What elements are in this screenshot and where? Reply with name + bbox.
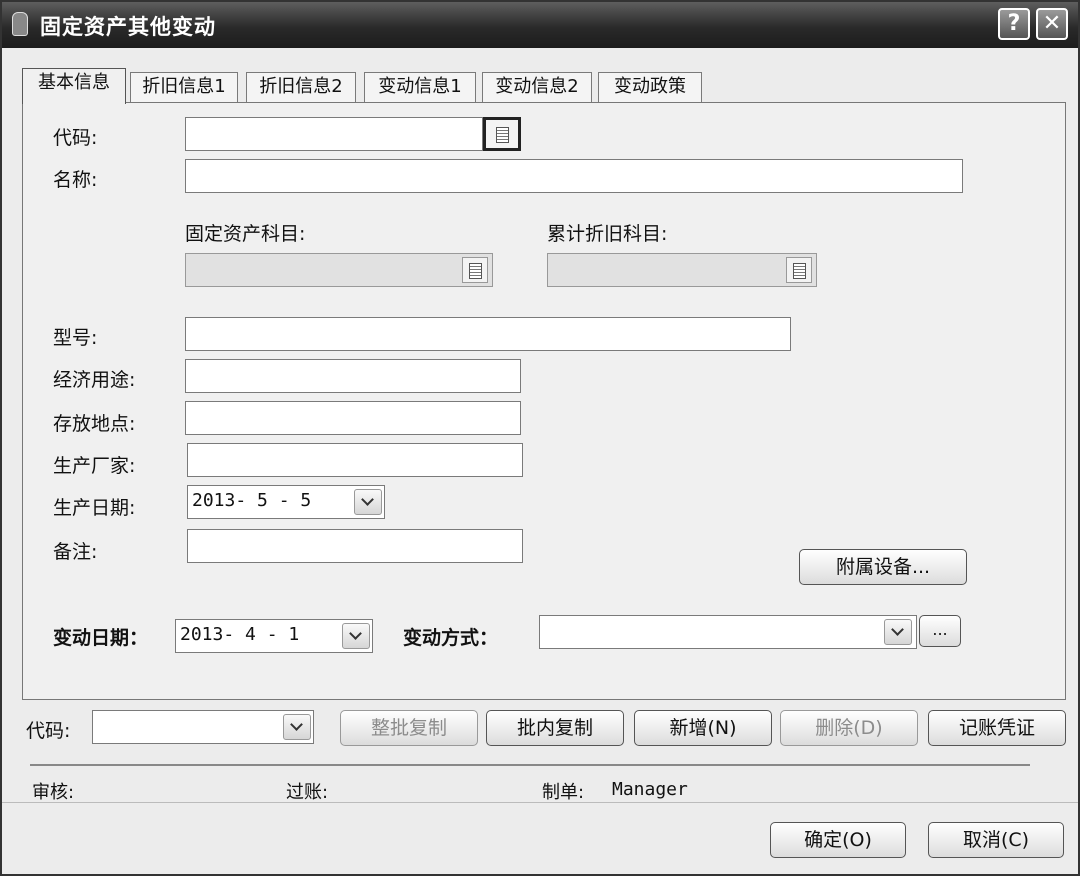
- inner-copy-button[interactable]: 批内复制: [486, 710, 624, 746]
- usage-label: 经济用途:: [53, 369, 136, 391]
- name-input[interactable]: [185, 159, 963, 193]
- close-button[interactable]: ✕: [1036, 8, 1068, 40]
- ok-button[interactable]: 确定(O): [770, 822, 906, 858]
- app-icon: [12, 12, 28, 36]
- voucher-button[interactable]: 记账凭证: [928, 710, 1066, 746]
- code-input[interactable]: [185, 117, 483, 151]
- separator: [30, 764, 1030, 766]
- manufacturer-input[interactable]: [187, 443, 523, 477]
- tab-depreciation-1[interactable]: 折旧信息1: [130, 72, 238, 102]
- dialog-window: 固定资产其他变动 ? ✕ 基本信息 折旧信息1 折旧信息2 变动信息1 变动信息…: [0, 0, 1080, 876]
- asset-account-browse-button: [462, 257, 488, 283]
- model-label: 型号:: [53, 327, 98, 349]
- toolbar-code-select[interactable]: [92, 710, 314, 744]
- tab-basic-info[interactable]: 基本信息: [22, 68, 126, 104]
- change-date-value: 2013- 4 - 1: [180, 624, 300, 645]
- tab-depreciation-2[interactable]: 折旧信息2: [246, 72, 356, 102]
- maker-value: Manager: [612, 779, 688, 800]
- production-date-label: 生产日期:: [53, 497, 136, 519]
- asset-account-label: 固定资产科目:: [185, 223, 306, 245]
- cancel-button[interactable]: 取消(C): [928, 822, 1064, 858]
- posting-label: 过账:: [286, 782, 329, 803]
- depr-account-browse-button: [786, 257, 812, 283]
- basic-info-panel: 代码: 名称: 固定资产科目: 累计折旧科目: 型号: 经济用途: 存放地点: …: [22, 102, 1066, 700]
- title-bar: 固定资产其他变动 ? ✕: [2, 2, 1078, 48]
- toolbar-code-dropdown-button[interactable]: [283, 714, 311, 740]
- window-title: 固定资产其他变动: [40, 15, 216, 39]
- change-method-browse-button[interactable]: ...: [919, 615, 961, 647]
- production-date-picker[interactable]: 2013- 5 - 5: [187, 485, 385, 519]
- help-button[interactable]: ?: [998, 8, 1030, 40]
- chevron-down-icon: [290, 718, 303, 731]
- name-label: 名称:: [53, 169, 98, 191]
- code-label: 代码:: [53, 127, 98, 149]
- asset-account-input: [185, 253, 493, 287]
- maker-label: 制单:: [542, 782, 585, 803]
- change-method-dropdown-button[interactable]: [884, 619, 912, 645]
- document-icon: [469, 263, 482, 279]
- change-date-picker[interactable]: 2013- 4 - 1: [175, 619, 373, 653]
- code-browse-button[interactable]: [483, 117, 521, 151]
- document-icon: [496, 127, 509, 143]
- delete-button[interactable]: 删除(D): [780, 710, 918, 746]
- tab-change-policy[interactable]: 变动政策: [598, 72, 702, 102]
- chevron-down-icon: [891, 623, 904, 636]
- remark-label: 备注:: [53, 541, 98, 563]
- chevron-down-icon: [349, 627, 362, 640]
- document-icon: [793, 263, 806, 279]
- audit-label: 审核:: [32, 782, 75, 803]
- change-method-label: 变动方式：: [403, 627, 499, 649]
- tab-change-2[interactable]: 变动信息2: [482, 72, 592, 102]
- add-button[interactable]: 新增(N): [634, 710, 772, 746]
- depr-account-input: [547, 253, 817, 287]
- depr-account-label: 累计折旧科目:: [547, 223, 668, 245]
- production-date-dropdown-button[interactable]: [354, 489, 382, 515]
- accessories-button[interactable]: 附属设备...: [799, 549, 967, 585]
- remark-input[interactable]: [187, 529, 523, 563]
- batch-copy-button[interactable]: 整批复制: [340, 710, 478, 746]
- production-date-value: 2013- 5 - 5: [192, 490, 312, 511]
- tab-change-1[interactable]: 变动信息1: [364, 72, 476, 102]
- change-date-label: 变动日期：: [53, 627, 149, 649]
- change-date-dropdown-button[interactable]: [342, 623, 370, 649]
- change-method-select[interactable]: [539, 615, 917, 649]
- location-label: 存放地点:: [53, 413, 136, 435]
- usage-input[interactable]: [185, 359, 521, 393]
- footer-separator: [2, 802, 1078, 803]
- model-input[interactable]: [185, 317, 791, 351]
- chevron-down-icon: [361, 493, 374, 506]
- manufacturer-label: 生产厂家:: [53, 455, 136, 477]
- toolbar-code-label: 代码:: [26, 720, 71, 742]
- location-input[interactable]: [185, 401, 521, 435]
